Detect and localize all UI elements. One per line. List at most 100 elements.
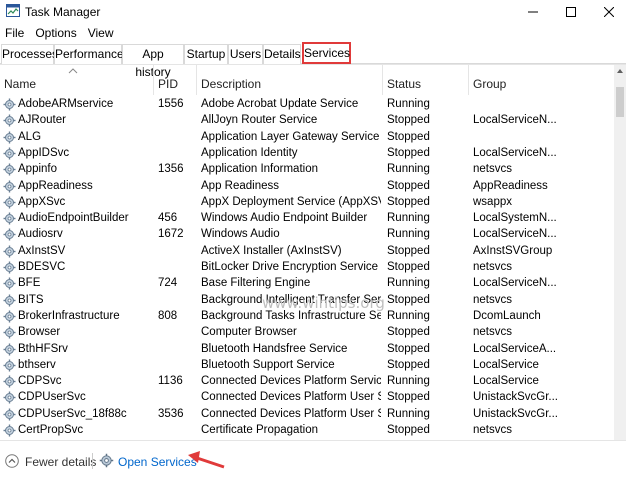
scrollbar-thumb[interactable] [616,87,624,117]
column-status[interactable]: Status [383,65,469,95]
service-name: BFE [18,277,41,290]
table-row[interactable]: Audiosrv 1672 Windows Audio Running LocalSer… [0,226,614,242]
table-row[interactable]: BDESVC BitLocker Drive Encryption Service… [0,259,614,275]
open-services-link[interactable]: Open Services [118,455,197,469]
service-group: netsvcs [473,424,512,436]
service-status: Stopped [387,326,430,339]
service-name: AppReadiness [18,179,93,192]
service-status: Stopped [387,391,430,404]
service-status: Stopped [387,114,430,127]
menu-view[interactable]: View [83,24,120,42]
service-status: Running [387,277,430,290]
tab-services[interactable]: Services [302,42,351,64]
table-row[interactable]: Browser Computer Browser Stopped netsvcs [0,324,614,340]
table-row[interactable]: BFE 724 Base Filtering Engine Running LocalS… [0,275,614,291]
service-gear-icon [3,294,16,307]
service-description: ActiveX Installer (AxInstSV) [201,244,342,257]
service-group: LocalServiceN... [473,114,557,127]
service-name: CertPropSvc [18,424,84,436]
service-group: LocalService [473,375,539,388]
table-row[interactable]: CDPSvc 1136 Connected Devices Platform Ser… [0,373,614,389]
tab-app-history[interactable]: App history [122,44,184,79]
tab-details[interactable]: Details [263,44,301,64]
table-row[interactable]: ALG Application Layer Gateway Service Stop… [0,129,614,145]
table-row[interactable]: AJRouter AllJoyn Router Service Stopped Loc… [0,112,614,128]
service-group: netsvcs [473,163,512,176]
vertical-scrollbar[interactable] [614,65,626,441]
menu-file[interactable]: File [0,24,30,42]
menu-options[interactable]: Options [30,24,82,42]
watermark: www.wintips.org [262,294,385,312]
table-row[interactable]: AppReadiness App Readiness Stopped AppReadi… [0,178,614,194]
table-row[interactable]: BthHFSrv Bluetooth Handsfree Service Stopp… [0,341,614,357]
service-pid: 456 [158,212,178,225]
service-name: CDPSvc [18,375,62,388]
service-status: Running [387,163,430,176]
scroll-up-icon[interactable] [616,67,624,75]
service-gear-icon [3,310,16,323]
menu-bar: File Options View [0,24,626,42]
service-status: Stopped [387,342,430,355]
column-group[interactable]: Group [469,65,614,95]
column-name[interactable]: Name [0,65,154,95]
service-group: wsappx [473,195,512,208]
service-description: Connected Devices Platform User Se... [201,391,381,404]
fewer-details-link[interactable]: Fewer details [25,455,96,469]
service-status: Stopped [387,130,430,143]
close-button[interactable] [586,0,626,24]
table-row[interactable]: AudioEndpointBuilder 456 Windows Audio End… [0,210,614,226]
service-description: AllJoyn Router Service [201,114,318,127]
service-pid: 808 [158,309,178,322]
service-name: BITS [18,293,44,306]
close-icon [604,7,614,17]
services-list: Name PID Description Status Group AdobeA… [0,64,626,441]
tab-startup[interactable]: Startup [184,44,228,64]
service-gear-icon [3,245,16,258]
table-row[interactable]: CDPUserSvc Connected Devices Platform Use… [0,389,614,405]
table-row[interactable]: AppXSvc AppX Deployment Service (AppXSVC)… [0,194,614,210]
service-status: Stopped [387,244,430,257]
table-row[interactable]: AdobeARMservice 1556 Adobe Acrobat Update … [0,96,614,112]
service-description: Connected Devices Platform User Se... [201,407,381,420]
service-group: UnistackSvcGr... [473,391,558,404]
service-gear-icon [3,343,16,355]
service-name: BthHFSrv [18,342,68,355]
service-pid: 1356 [158,163,184,176]
service-group: LocalServiceA... [473,342,557,355]
service-description: Computer Browser [201,326,297,339]
column-description[interactable]: Description [197,65,383,95]
chevron-up-circle-icon[interactable] [5,454,19,468]
title-bar: Task Manager [0,0,626,24]
service-description: BitLocker Drive Encryption Service [201,261,379,273]
service-gear-icon [3,98,16,111]
table-row[interactable]: CDPUserSvc_18f88c 3536 Connected Devices P… [0,406,614,422]
service-gear-icon [3,147,16,160]
table-row[interactable]: AxInstSV ActiveX Installer (AxInstSV) Stop… [0,243,614,259]
service-gear-icon [3,359,16,372]
service-gear-icon [3,163,16,176]
service-name: Appinfo [18,163,58,176]
service-group: LocalServiceN... [473,277,557,290]
table-row[interactable]: Appinfo 1356 Application Information Runnin… [0,161,614,177]
column-pid[interactable]: PID [154,65,197,95]
table-row[interactable]: bthserv Bluetooth Support Service Stopped L… [0,357,614,373]
service-status: Stopped [387,195,430,208]
service-gear-icon [3,277,16,290]
service-description: Bluetooth Handsfree Service [201,342,348,355]
service-description: AppX Deployment Service (AppXSVC) [201,195,381,208]
table-row[interactable]: AppIDSvc Application Identity Stopped Local… [0,145,614,161]
service-name: AudioEndpointBuilder [18,212,129,225]
table-row[interactable]: CertPropSvc Certificate Propagation Stoppe… [0,422,614,438]
service-description: Application Identity [201,146,298,159]
service-gear-icon [3,212,16,225]
tab-users[interactable]: Users [228,44,263,64]
service-group: LocalSystemN... [473,212,557,225]
service-status: Running [387,98,430,110]
service-gear-icon [3,180,16,192]
service-status: Stopped [387,424,430,436]
service-pid: 1672 [158,228,184,241]
tab-processes[interactable]: Processes [1,44,58,64]
tab-performance[interactable]: Performance [54,44,124,64]
service-status: Stopped [387,293,430,306]
service-status: Running [387,407,430,420]
